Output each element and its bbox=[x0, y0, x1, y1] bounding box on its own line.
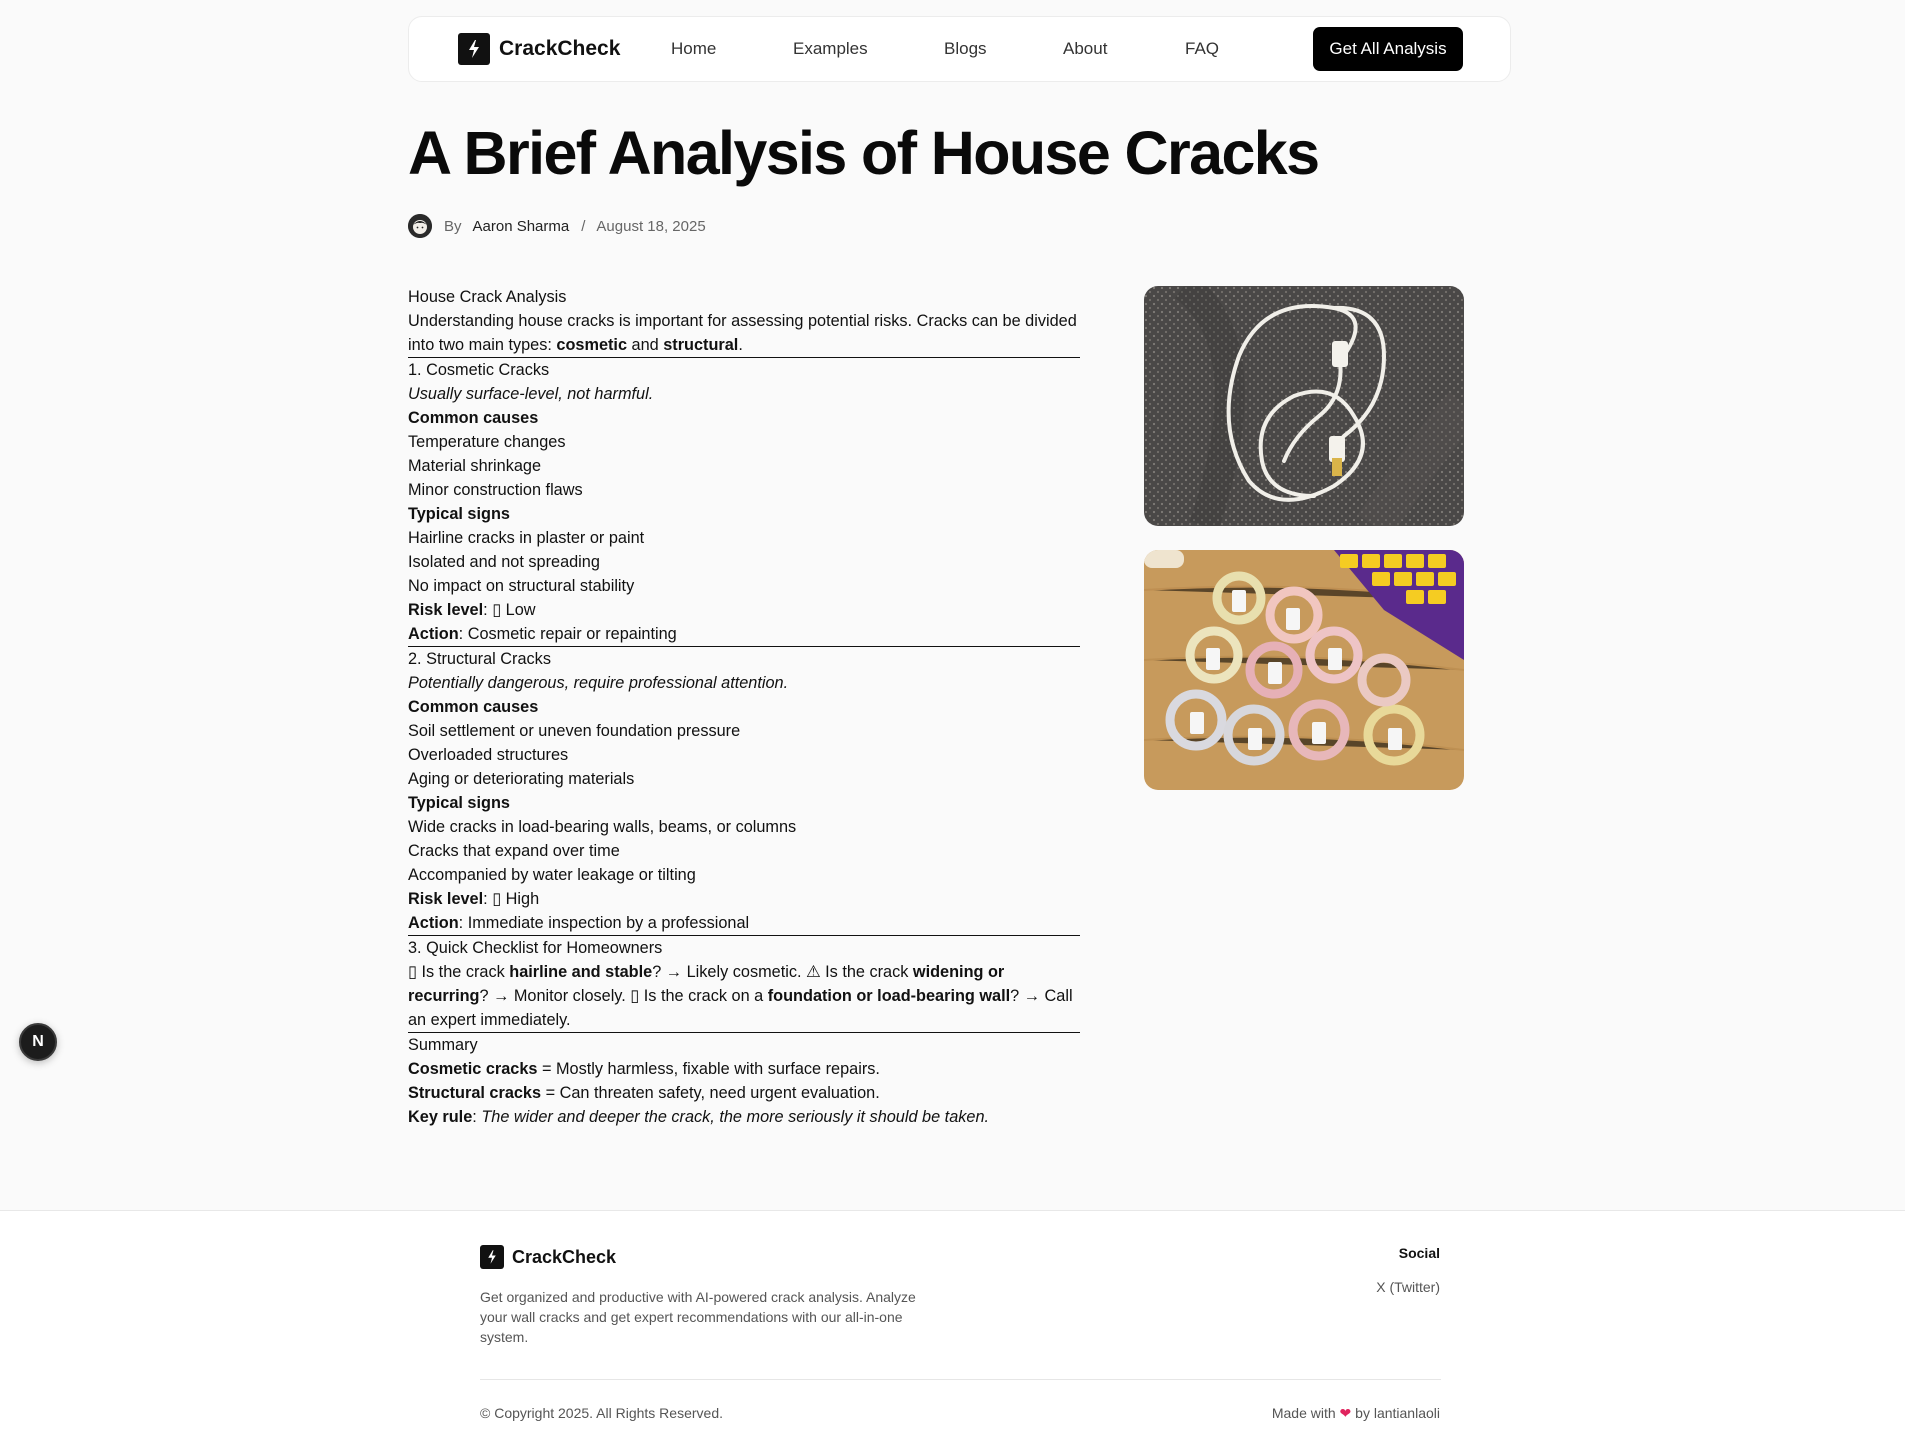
next-devtools-badge[interactable]: N bbox=[19, 1023, 57, 1061]
section-subtitle: Potentially dangerous, require professio… bbox=[408, 674, 789, 692]
avatar[interactable] bbox=[408, 214, 432, 238]
brand-name: CrackCheck bbox=[499, 37, 621, 60]
action-line: Action: Immediate inspection by a profes… bbox=[408, 911, 1080, 936]
footer-brand-name: CrackCheck bbox=[512, 1246, 617, 1267]
footer-brand[interactable]: CrackCheck bbox=[480, 1245, 616, 1269]
social-heading: Social bbox=[1398, 1245, 1440, 1261]
list-item: Cracks that expand over time bbox=[408, 842, 620, 860]
nav-examples[interactable]: Examples bbox=[793, 39, 868, 59]
section-title: 1. Cosmetic Cracks bbox=[408, 361, 550, 379]
risk-level: Risk level: ▯ Low bbox=[408, 601, 536, 619]
cable-photo-1[interactable] bbox=[1144, 286, 1464, 526]
author-name[interactable]: Aaron Sharma bbox=[473, 218, 570, 235]
summary-line: Cosmetic cracks = Mostly harmless, fixab… bbox=[408, 1060, 880, 1078]
action-line: Action: Cosmetic repair or repainting bbox=[408, 622, 1080, 647]
nav-home[interactable]: Home bbox=[671, 39, 716, 59]
twitter-link[interactable]: X (Twitter) bbox=[1376, 1279, 1440, 1295]
summary-line: Key rule: The wider and deeper the crack… bbox=[408, 1108, 990, 1126]
heart-icon: ❤ bbox=[1339, 1405, 1352, 1421]
lightning-icon bbox=[480, 1245, 504, 1269]
list-item: Wide cracks in load-bearing walls, beams… bbox=[408, 818, 797, 836]
byline-separator: / bbox=[581, 217, 586, 235]
risk-level: Risk level: ▯ High bbox=[408, 890, 540, 908]
list-item: Overloaded structures bbox=[408, 746, 569, 764]
page-title: A Brief Analysis of House Cracks bbox=[408, 119, 1320, 187]
footer-description: Get organized and productive with AI-pow… bbox=[480, 1289, 916, 1345]
list-item: Soil settlement or uneven foundation pre… bbox=[408, 722, 741, 740]
signs-label: Typical signs bbox=[408, 505, 510, 523]
copyright: © Copyright 2025. All Rights Reserved. bbox=[480, 1405, 723, 1421]
lightning-icon bbox=[458, 33, 490, 65]
intro-paragraph: Understanding house cracks is important … bbox=[408, 309, 1080, 358]
brand-logo[interactable]: CrackCheck bbox=[458, 33, 620, 65]
publish-date: August 18, 2025 bbox=[596, 217, 706, 235]
article-body: House Crack Analysis Understanding house… bbox=[408, 285, 1080, 1129]
section-title: 3. Quick Checklist for Homeowners bbox=[408, 939, 663, 957]
causes-label: Common causes bbox=[408, 409, 539, 427]
list-item: Material shrinkage bbox=[408, 457, 542, 475]
summary-title: Summary bbox=[408, 1036, 478, 1054]
nav-about[interactable]: About bbox=[1063, 39, 1107, 59]
list-item: Accompanied by water leakage or tilting bbox=[408, 866, 696, 884]
section-subtitle: Usually surface-level, not harmful. bbox=[408, 385, 654, 403]
top-navbar: CrackCheck Home Examples Blogs About FAQ… bbox=[408, 16, 1511, 82]
list-item: Aging or deteriorating materials bbox=[408, 770, 635, 788]
by-label: By bbox=[444, 217, 462, 235]
byline: By Aaron Sharma / August 18, 2025 bbox=[408, 214, 706, 238]
section-title: 2. Structural Cracks bbox=[408, 650, 551, 668]
list-item: Temperature changes bbox=[408, 433, 566, 451]
summary-line: Structural cracks = Can threaten safety,… bbox=[408, 1084, 880, 1102]
article-heading: House Crack Analysis bbox=[408, 288, 567, 306]
nav-faq[interactable]: FAQ bbox=[1185, 39, 1219, 59]
get-all-analysis-button[interactable]: Get All Analysis bbox=[1313, 27, 1463, 71]
nav-blogs[interactable]: Blogs bbox=[944, 39, 987, 59]
cable-photo-2[interactable] bbox=[1144, 550, 1464, 790]
list-item: No impact on structural stability bbox=[408, 577, 635, 595]
list-item: Hairline cracks in plaster or paint bbox=[408, 529, 645, 547]
site-footer: CrackCheck Get organized and productive … bbox=[0, 1210, 1905, 1456]
made-with-credit: Made with ❤ by lantianlaoli bbox=[1271, 1405, 1440, 1421]
causes-label: Common causes bbox=[408, 698, 539, 716]
list-item: Isolated and not spreading bbox=[408, 553, 600, 571]
footer-divider bbox=[480, 1379, 1441, 1380]
list-item: Minor construction flaws bbox=[408, 481, 583, 499]
checklist-paragraph: ▯ Is the crack hairline and stable? → Li… bbox=[408, 960, 1080, 1033]
signs-label: Typical signs bbox=[408, 794, 510, 812]
